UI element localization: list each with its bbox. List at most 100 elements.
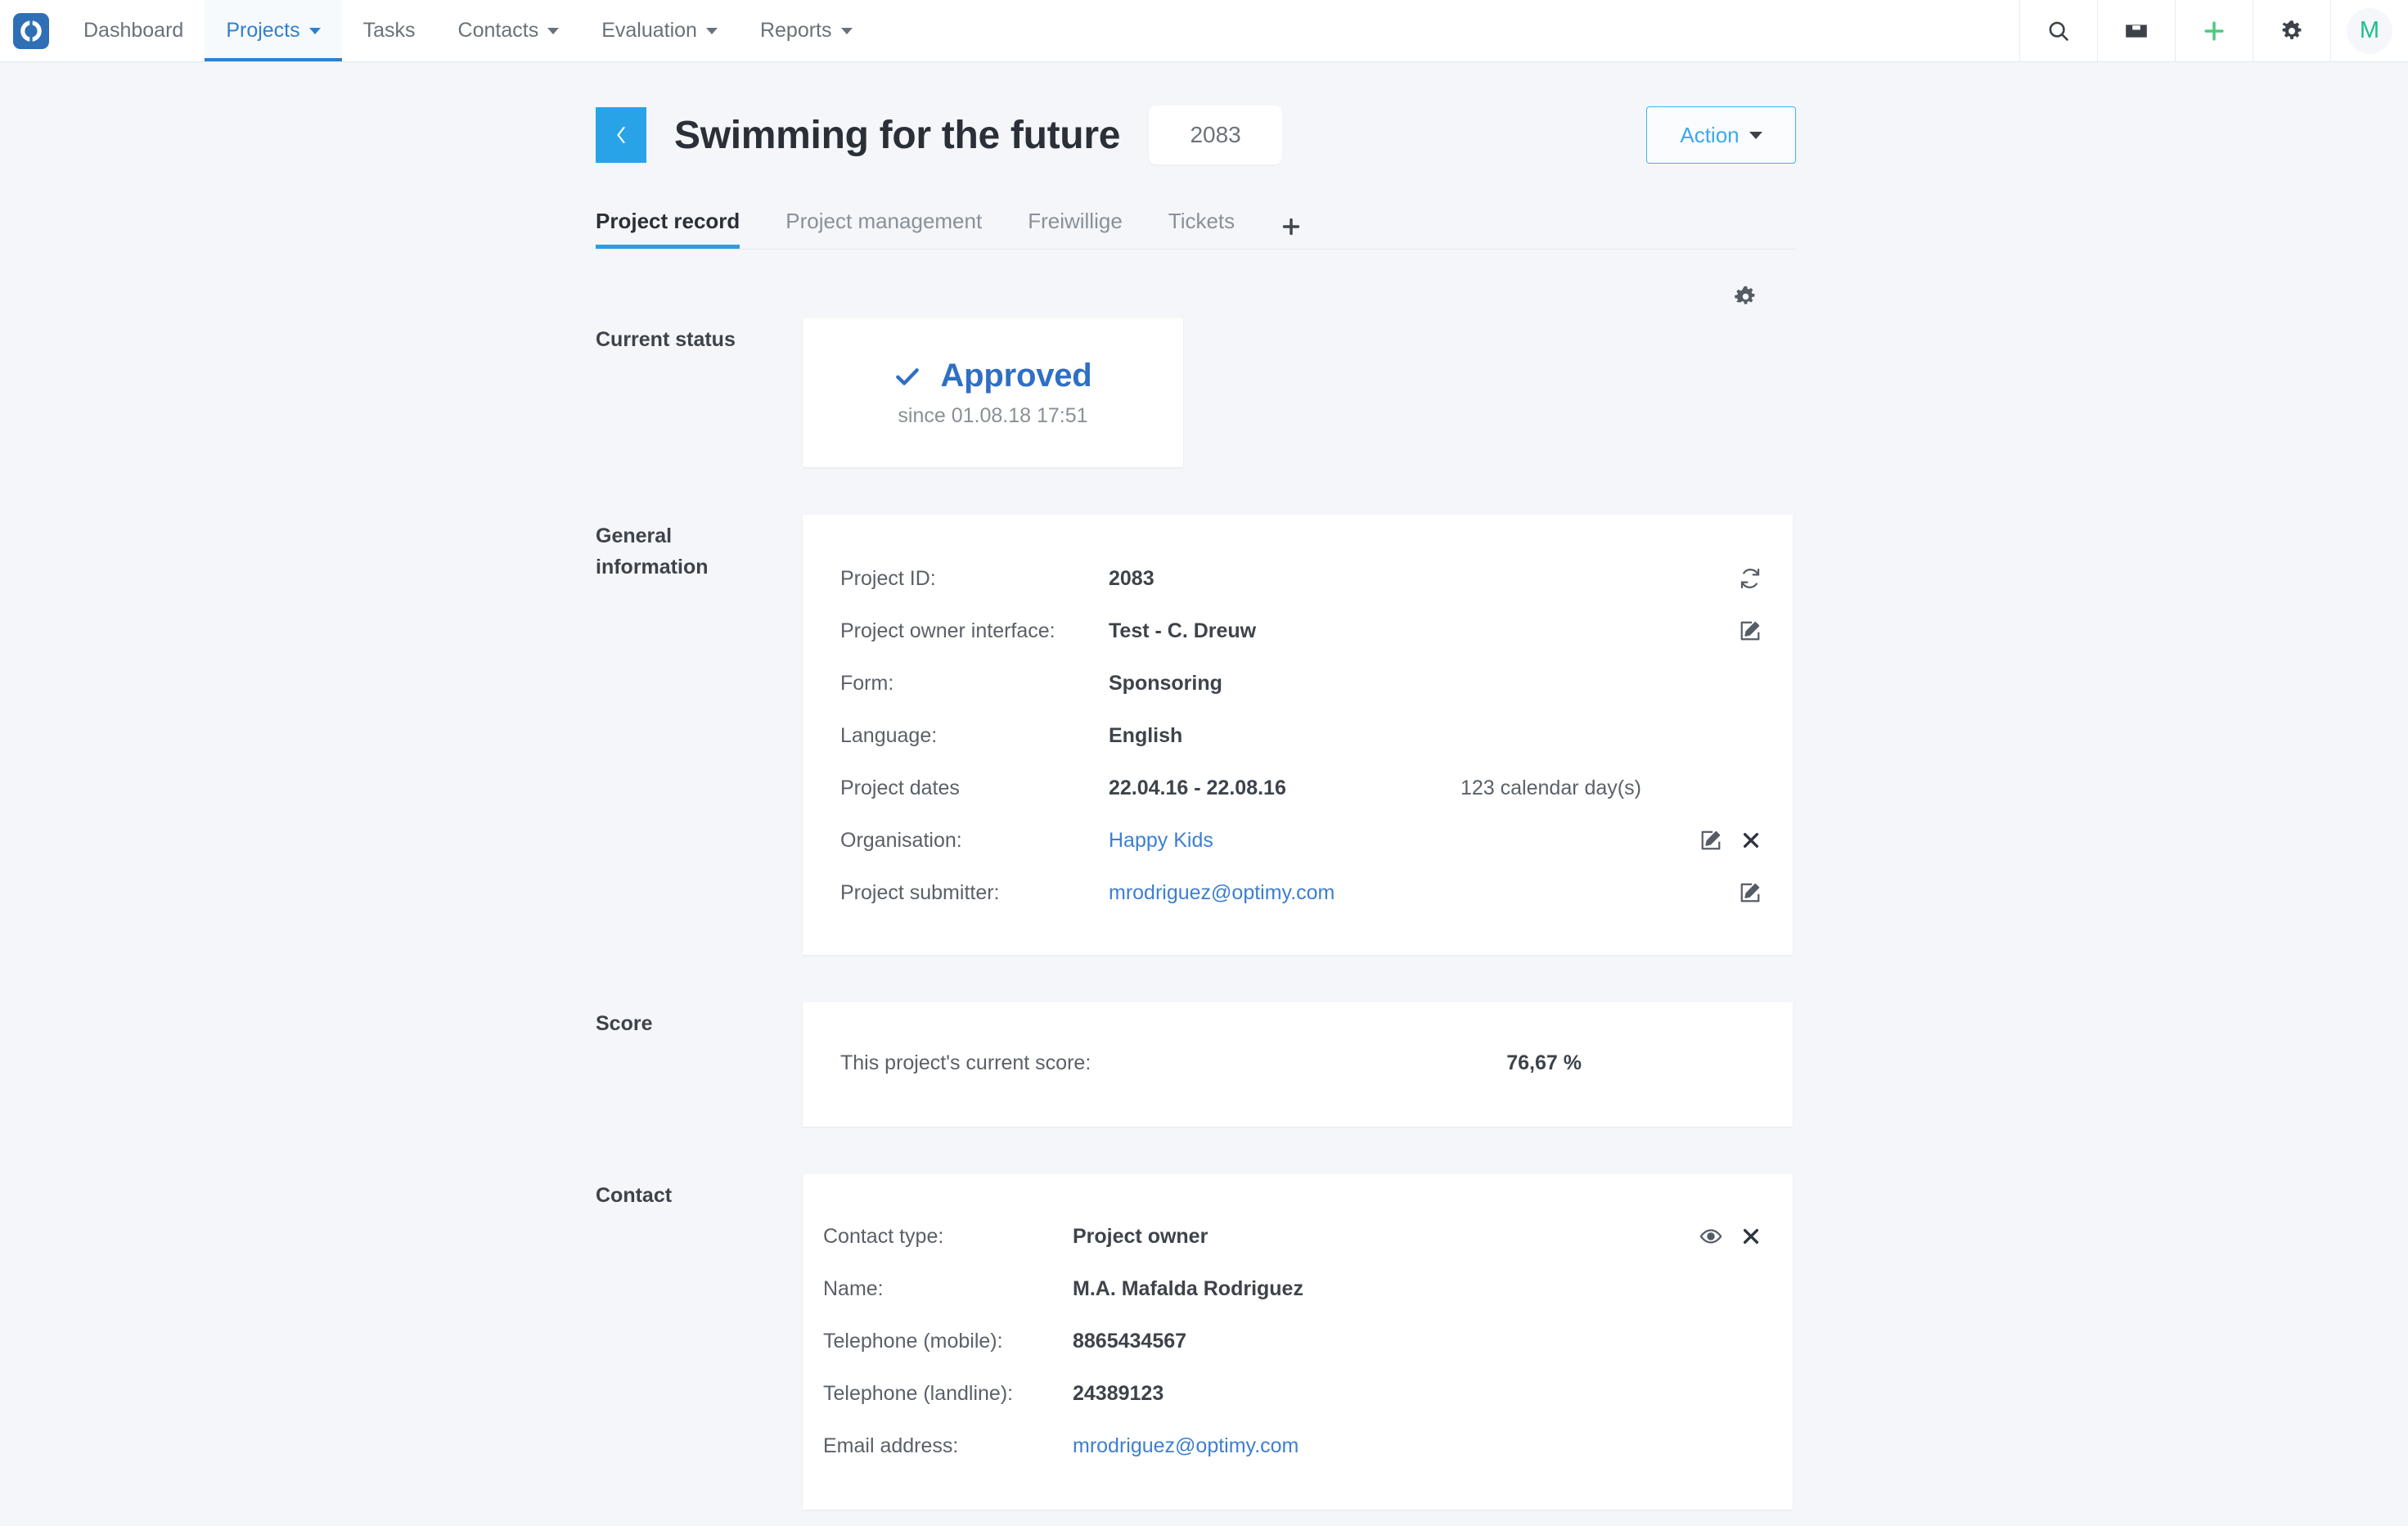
settings-button[interactable] xyxy=(2253,0,2330,61)
section-body: Contact type: Project owner xyxy=(803,1174,1796,1526)
tab-project-record[interactable]: Project record xyxy=(596,209,740,249)
chevron-down-icon xyxy=(547,28,559,34)
brand-logo-link[interactable] xyxy=(0,0,62,61)
tab-freiwillige[interactable]: Freiwillige xyxy=(1028,209,1123,249)
inbox-button[interactable] xyxy=(2097,0,2175,61)
tab-label: Freiwillige xyxy=(1028,209,1123,233)
section-body: This project's current score: 76,67 % xyxy=(803,1002,1796,1127)
avatar-initial: M xyxy=(2360,17,2379,44)
top-navbar: Dashboard Projects Tasks Contacts Evalua… xyxy=(0,0,2408,62)
optimy-logo-icon xyxy=(13,13,49,49)
score-card: This project's current score: 76,67 % xyxy=(803,1002,1793,1127)
info-extra-value: 123 calendar day(s) xyxy=(1461,777,1641,800)
tab-project-management[interactable]: Project management xyxy=(785,209,982,249)
info-actions xyxy=(1699,829,1762,852)
info-row: Project ID: 2083 xyxy=(803,552,1793,605)
plus-icon xyxy=(1281,216,1302,237)
page-body: Swimming for the future 2083 Action Proj… xyxy=(0,62,2408,1526)
close-icon[interactable] xyxy=(1740,830,1762,851)
status-main: Approved xyxy=(893,358,1091,394)
eye-icon[interactable] xyxy=(1699,1225,1722,1248)
contact-actions xyxy=(1699,1225,1762,1248)
contact-row: Email address: mrodriguez@optimy.com xyxy=(803,1420,1793,1472)
tab-bar: Project record Project management Freiwi… xyxy=(596,197,1796,250)
info-key: Language: xyxy=(840,724,1109,748)
add-tab-button[interactable] xyxy=(1281,216,1302,249)
user-menu-button[interactable]: M xyxy=(2330,0,2408,61)
search-button[interactable] xyxy=(2019,0,2097,61)
add-button[interactable] xyxy=(2175,0,2253,61)
nav-item-label: Projects xyxy=(226,20,299,41)
content-container: Swimming for the future 2083 Action Proj… xyxy=(596,62,1796,1526)
status-since: since 01.08.18 17:51 xyxy=(898,404,1087,428)
record-settings-button[interactable] xyxy=(1734,274,1758,318)
record-settings-row xyxy=(596,250,1796,318)
section-body: Approved since 01.08.18 17:51 xyxy=(803,318,1796,467)
nav-item-label: Dashboard xyxy=(83,20,183,41)
info-value: Sponsoring xyxy=(1109,672,1461,695)
avatar: M xyxy=(2347,8,2392,54)
refresh-icon[interactable] xyxy=(1739,567,1762,590)
project-id-value: 2083 xyxy=(1190,122,1240,148)
project-submitter-link[interactable]: mrodriguez@optimy.com xyxy=(1109,881,1461,905)
page-header: Swimming for the future 2083 Action xyxy=(596,62,1796,169)
info-row: Project submitter: mrodriguez@optimy.com xyxy=(803,867,1793,919)
info-row: Language: English xyxy=(803,709,1793,762)
gear-icon xyxy=(1734,285,1758,308)
tab-label: Tickets xyxy=(1168,209,1235,233)
contact-value: Project owner xyxy=(1073,1225,1208,1249)
info-row: Project dates 22.04.16 - 22.08.16 123 ca… xyxy=(803,762,1793,814)
plus-icon xyxy=(2201,18,2227,44)
score-value: 76,67 % xyxy=(1506,1051,1582,1075)
spacer xyxy=(596,955,1796,1002)
info-actions xyxy=(1739,619,1762,642)
spacer xyxy=(596,1127,1796,1174)
info-key: Organisation: xyxy=(840,829,1109,853)
edit-icon[interactable] xyxy=(1739,881,1762,904)
info-key: Form: xyxy=(840,672,1109,695)
contact-email-link[interactable]: mrodriguez@optimy.com xyxy=(1073,1434,1299,1458)
close-icon[interactable] xyxy=(1740,1226,1762,1247)
info-key: Project submitter: xyxy=(840,881,1109,905)
nav-item-label: Contacts xyxy=(458,20,539,41)
contact-key: Name: xyxy=(823,1277,1073,1301)
nav-item-dashboard[interactable]: Dashboard xyxy=(62,0,205,61)
organisation-link[interactable]: Happy Kids xyxy=(1109,829,1461,853)
nav-item-tasks[interactable]: Tasks xyxy=(342,0,437,61)
project-id-badge: 2083 xyxy=(1149,106,1282,164)
section-general-information: General information Project ID: 2083 xyxy=(596,515,1796,955)
inbox-icon xyxy=(2123,18,2149,44)
info-actions xyxy=(1739,567,1762,590)
info-row: Form: Sponsoring xyxy=(803,657,1793,709)
nav-item-contacts[interactable]: Contacts xyxy=(437,0,581,61)
nav-item-reports[interactable]: Reports xyxy=(739,0,874,61)
contact-value: 8865434567 xyxy=(1073,1330,1186,1353)
tab-label: Project record xyxy=(596,209,740,233)
back-button[interactable] xyxy=(596,107,646,163)
tab-tickets[interactable]: Tickets xyxy=(1168,209,1235,249)
status-text: Approved xyxy=(940,358,1091,394)
info-actions xyxy=(1739,881,1762,904)
nav-item-label: Tasks xyxy=(363,20,416,41)
edit-icon[interactable] xyxy=(1739,619,1762,642)
nav-item-evaluation[interactable]: Evaluation xyxy=(580,0,739,61)
chevron-down-icon xyxy=(841,28,853,34)
info-value: Test - C. Dreuw xyxy=(1109,619,1461,643)
nav-item-projects[interactable]: Projects xyxy=(205,0,341,61)
section-score: Score This project's current score: 76,6… xyxy=(596,1002,1796,1127)
chevron-down-icon xyxy=(706,28,718,34)
nav-item-label: Evaluation xyxy=(601,20,697,41)
contact-row: Telephone (landline): 24389123 xyxy=(803,1367,1793,1420)
action-button[interactable]: Action xyxy=(1646,106,1796,164)
section-label: Contact xyxy=(596,1174,803,1212)
info-value: 22.04.16 - 22.08.16 xyxy=(1109,777,1461,800)
general-information-card: Project ID: 2083 xyxy=(803,515,1793,955)
info-value: English xyxy=(1109,724,1461,748)
section-label-line2: information xyxy=(596,552,803,583)
section-label: Current status xyxy=(596,318,803,356)
action-button-label: Action xyxy=(1680,123,1739,148)
spacer xyxy=(596,467,1796,515)
info-key: Project dates xyxy=(840,777,1109,800)
info-row: Organisation: Happy Kids xyxy=(803,814,1793,867)
edit-icon[interactable] xyxy=(1699,829,1722,852)
